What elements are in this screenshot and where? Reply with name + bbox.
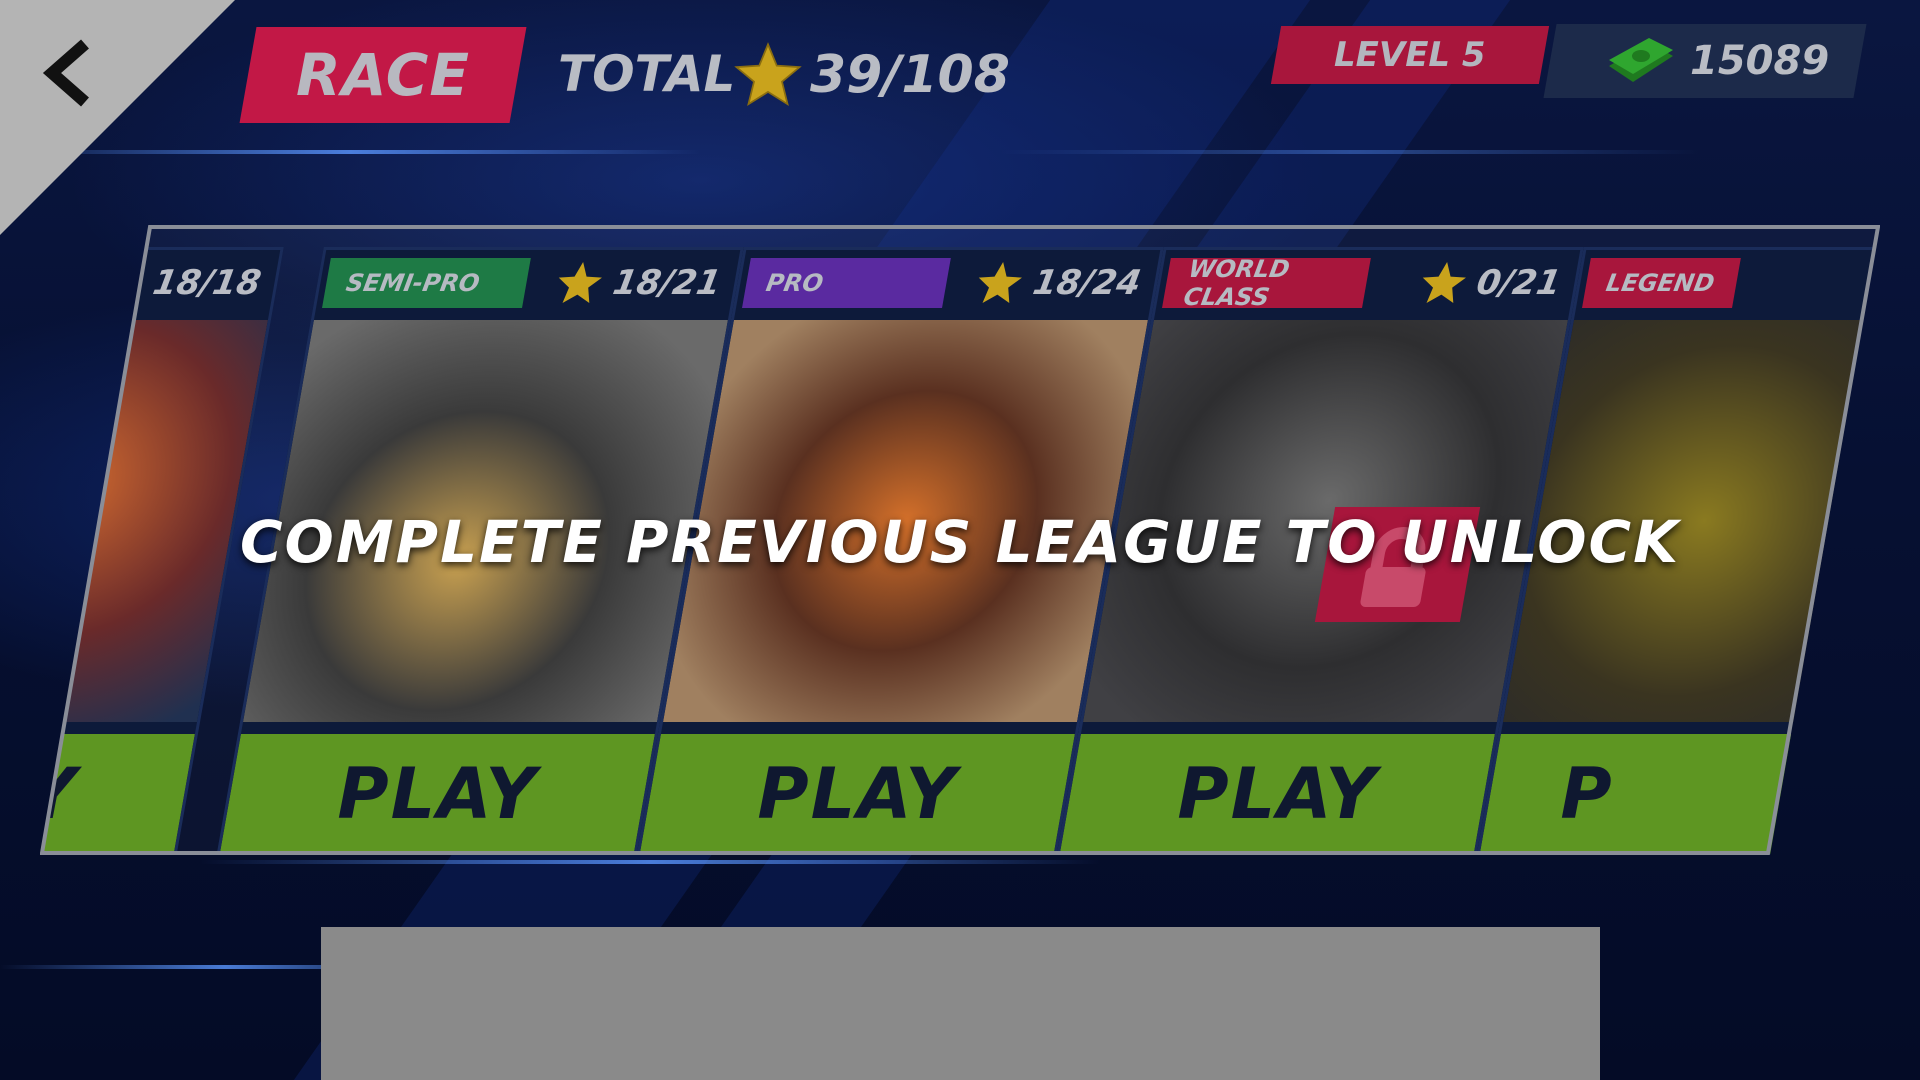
bg-streak [200, 860, 1100, 864]
level-badge: LEVEL 5 [1270, 26, 1550, 84]
ad-banner[interactable] [321, 927, 1600, 1080]
page-title-badge: RACE [239, 27, 527, 123]
bg-streak [1000, 150, 1700, 154]
money-value: 15089 [1690, 38, 1830, 84]
star-icon [734, 42, 802, 107]
unlock-message: COMPLETE PREVIOUS LEAGUE TO UNLOCK [239, 508, 1681, 576]
total-stars-label: TOTAL [558, 45, 736, 103]
bg-streak [0, 150, 700, 154]
level-label: LEVEL 5 [1334, 35, 1486, 75]
chevron-left-icon [42, 39, 89, 107]
cash-icon [1609, 38, 1673, 82]
total-stars-value: 39/108 [810, 45, 1010, 105]
page-title: RACE [296, 41, 470, 109]
